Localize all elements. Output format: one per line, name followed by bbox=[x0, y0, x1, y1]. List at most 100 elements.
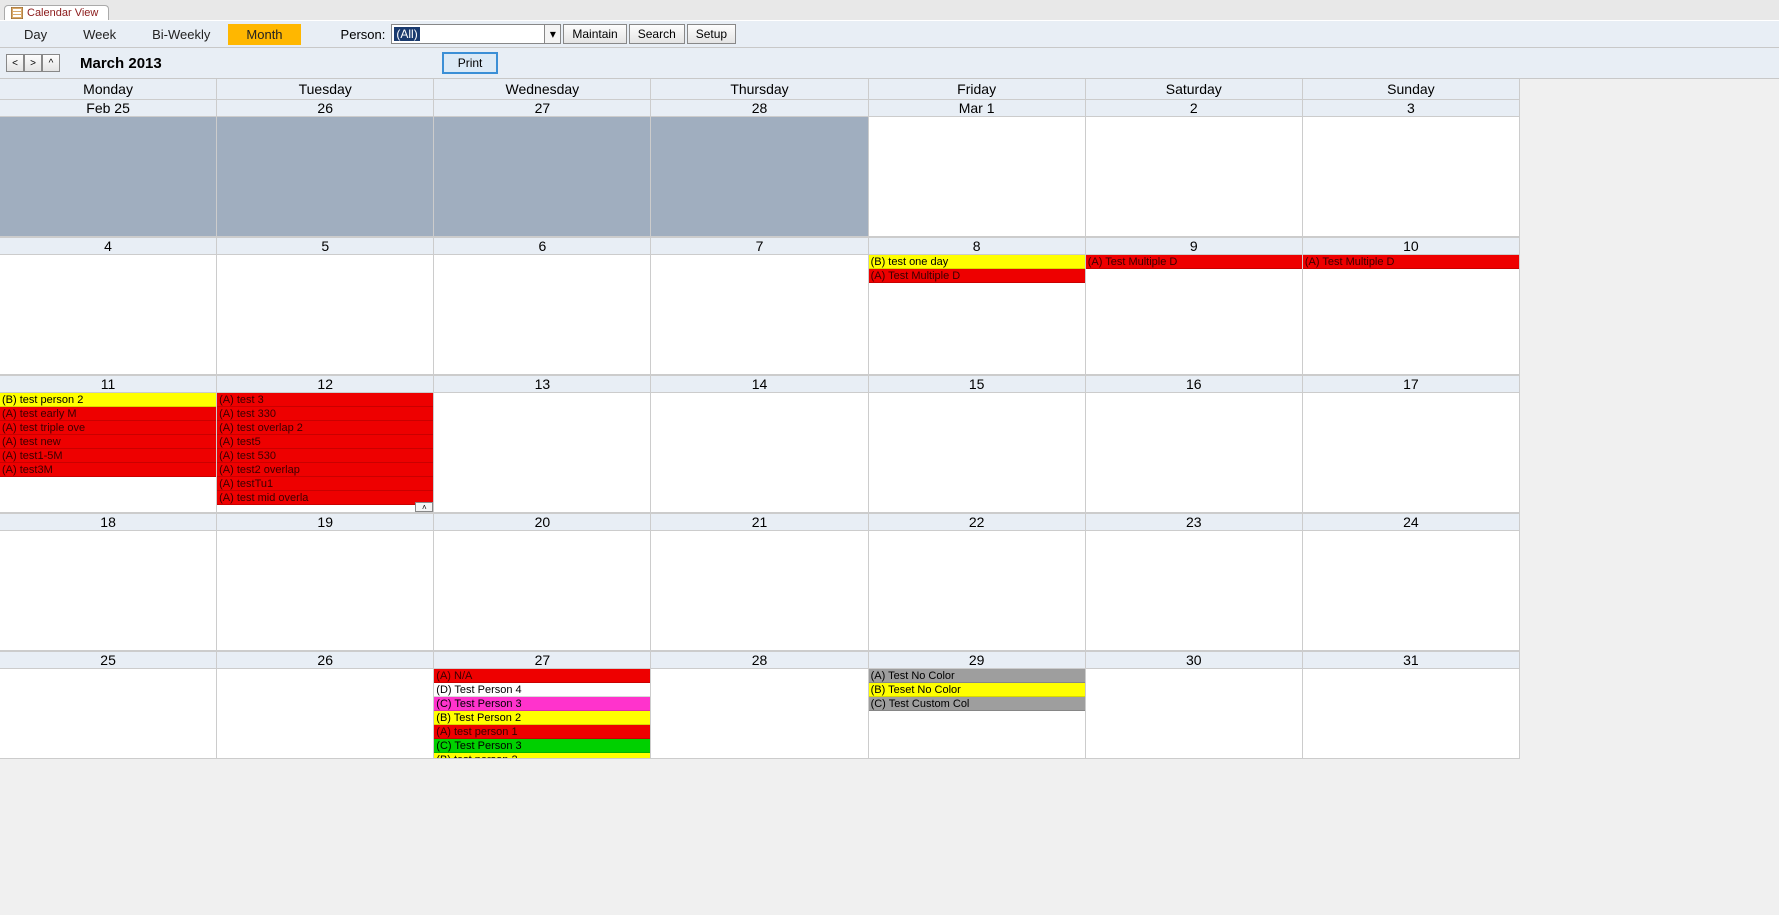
day-cell[interactable]: (A) Test Multiple D bbox=[1303, 255, 1520, 374]
date-cell[interactable]: 28 bbox=[651, 100, 868, 116]
calendar-event[interactable]: (A) test 3 bbox=[217, 393, 433, 407]
date-cell[interactable]: 6 bbox=[434, 238, 651, 254]
date-cell[interactable]: Mar 1 bbox=[869, 100, 1086, 116]
calendar-event[interactable]: (A) Test Multiple D bbox=[869, 269, 1085, 283]
calendar-event[interactable]: (A) Test No Color bbox=[869, 669, 1085, 683]
calendar-event[interactable]: (A) test new bbox=[0, 435, 216, 449]
calendar-event[interactable]: (D) Test Person 4 bbox=[434, 683, 650, 697]
calendar-event[interactable]: (B) test person 2 bbox=[0, 393, 216, 407]
nav-prev-button[interactable]: < bbox=[6, 54, 24, 72]
calendar-event[interactable]: (A) test overlap 2 bbox=[217, 421, 433, 435]
person-dropdown[interactable]: (All) ▾ bbox=[391, 24, 561, 44]
calendar-event[interactable]: (C) Test Person 3 bbox=[434, 739, 650, 753]
day-cell[interactable] bbox=[1303, 117, 1520, 236]
calendar-event[interactable]: (C) Test Person 3 bbox=[434, 697, 650, 711]
date-cell[interactable]: 13 bbox=[434, 376, 651, 392]
day-cell[interactable] bbox=[434, 393, 651, 512]
day-cell[interactable] bbox=[217, 255, 434, 374]
day-cell[interactable] bbox=[1303, 669, 1520, 758]
date-cell[interactable]: 12 bbox=[217, 376, 434, 392]
day-cell[interactable] bbox=[1086, 669, 1303, 758]
calendar-event[interactable]: (A) test early M bbox=[0, 407, 216, 421]
day-cell[interactable] bbox=[869, 531, 1086, 650]
calendar-event[interactable]: (B) test person 2 bbox=[434, 753, 650, 758]
calendar-event[interactable]: (A) test 330 bbox=[217, 407, 433, 421]
day-cell[interactable] bbox=[651, 669, 868, 758]
day-cell[interactable] bbox=[1303, 531, 1520, 650]
day-cell[interactable] bbox=[1086, 117, 1303, 236]
date-cell[interactable]: 14 bbox=[651, 376, 868, 392]
date-cell[interactable]: 16 bbox=[1086, 376, 1303, 392]
calendar-event[interactable]: (A) Test Multiple D bbox=[1303, 255, 1519, 269]
calendar-event[interactable]: (A) test1-5M bbox=[0, 449, 216, 463]
calendar-event[interactable]: (A) test person 1 bbox=[434, 725, 650, 739]
more-events-icon[interactable]: ˄ bbox=[415, 502, 433, 512]
calendar-event[interactable]: (A) testTu1 bbox=[217, 477, 433, 491]
day-cell[interactable]: (A) Test No Color(B) Teset No Color(C) T… bbox=[869, 669, 1086, 758]
date-cell[interactable]: 2 bbox=[1086, 100, 1303, 116]
calendar-event[interactable]: (C) Test Custom Col bbox=[869, 697, 1085, 711]
date-cell[interactable]: 25 bbox=[0, 652, 217, 668]
day-cell[interactable] bbox=[217, 669, 434, 758]
date-cell[interactable]: 17 bbox=[1303, 376, 1520, 392]
day-cell[interactable] bbox=[0, 531, 217, 650]
view-btn-month[interactable]: Month bbox=[228, 24, 300, 45]
date-cell[interactable]: 3 bbox=[1303, 100, 1520, 116]
calendar-event[interactable]: (A) test mid overla bbox=[217, 491, 433, 505]
date-cell[interactable]: 26 bbox=[217, 100, 434, 116]
calendar-event[interactable]: (B) test one day bbox=[869, 255, 1085, 269]
day-cell[interactable] bbox=[651, 117, 868, 236]
day-cell[interactable]: (A) test 3(A) test 330(A) test overlap 2… bbox=[217, 393, 434, 512]
date-cell[interactable]: 28 bbox=[651, 652, 868, 668]
day-cell[interactable] bbox=[0, 669, 217, 758]
day-cell[interactable] bbox=[217, 531, 434, 650]
date-cell[interactable]: 23 bbox=[1086, 514, 1303, 530]
date-cell[interactable]: 31 bbox=[1303, 652, 1520, 668]
date-cell[interactable]: 24 bbox=[1303, 514, 1520, 530]
day-cell[interactable]: (A) N/A(D) Test Person 4(C) Test Person … bbox=[434, 669, 651, 758]
date-cell[interactable]: 7 bbox=[651, 238, 868, 254]
day-cell[interactable] bbox=[0, 255, 217, 374]
tab-calendar-view[interactable]: Calendar View bbox=[4, 5, 109, 20]
date-cell[interactable]: Feb 25 bbox=[0, 100, 217, 116]
day-cell[interactable] bbox=[0, 117, 217, 236]
date-cell[interactable]: 18 bbox=[0, 514, 217, 530]
date-cell[interactable]: 27 bbox=[434, 100, 651, 116]
nav-next-button[interactable]: > bbox=[24, 54, 42, 72]
calendar-event[interactable]: (A) test triple ove bbox=[0, 421, 216, 435]
calendar-event[interactable]: (A) test2 overlap bbox=[217, 463, 433, 477]
date-cell[interactable]: 8 bbox=[869, 238, 1086, 254]
day-cell[interactable]: (B) test person 2(A) test early M(A) tes… bbox=[0, 393, 217, 512]
date-cell[interactable]: 21 bbox=[651, 514, 868, 530]
calendar-event[interactable]: (A) Test Multiple D bbox=[1086, 255, 1302, 269]
date-cell[interactable]: 22 bbox=[869, 514, 1086, 530]
calendar-event[interactable]: (A) test5 bbox=[217, 435, 433, 449]
print-button[interactable]: Print bbox=[442, 52, 499, 74]
date-cell[interactable]: 4 bbox=[0, 238, 217, 254]
day-cell[interactable] bbox=[651, 393, 868, 512]
date-cell[interactable]: 10 bbox=[1303, 238, 1520, 254]
date-cell[interactable]: 19 bbox=[217, 514, 434, 530]
setup-button[interactable]: Setup bbox=[687, 24, 736, 44]
view-btn-bi-weekly[interactable]: Bi-Weekly bbox=[134, 24, 228, 45]
date-cell[interactable]: 26 bbox=[217, 652, 434, 668]
view-btn-week[interactable]: Week bbox=[65, 24, 134, 45]
date-cell[interactable]: 20 bbox=[434, 514, 651, 530]
day-cell[interactable] bbox=[869, 117, 1086, 236]
day-cell[interactable] bbox=[1303, 393, 1520, 512]
day-cell[interactable] bbox=[869, 393, 1086, 512]
date-cell[interactable]: 15 bbox=[869, 376, 1086, 392]
date-cell[interactable]: 30 bbox=[1086, 652, 1303, 668]
date-cell[interactable]: 11 bbox=[0, 376, 217, 392]
date-cell[interactable]: 9 bbox=[1086, 238, 1303, 254]
day-cell[interactable] bbox=[1086, 393, 1303, 512]
calendar-event[interactable]: (A) test 530 bbox=[217, 449, 433, 463]
maintain-button[interactable]: Maintain bbox=[563, 24, 626, 44]
calendar-event[interactable]: (B) Teset No Color bbox=[869, 683, 1085, 697]
day-cell[interactable]: (A) Test Multiple D bbox=[1086, 255, 1303, 374]
day-cell[interactable] bbox=[434, 117, 651, 236]
date-cell[interactable]: 5 bbox=[217, 238, 434, 254]
day-cell[interactable] bbox=[434, 531, 651, 650]
day-cell[interactable] bbox=[217, 117, 434, 236]
day-cell[interactable] bbox=[1086, 531, 1303, 650]
